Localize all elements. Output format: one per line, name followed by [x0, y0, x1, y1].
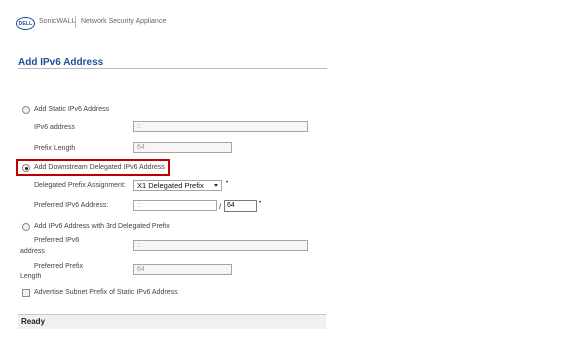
delegated-prefix-assignment-value: X1 Delegated Prefix: [137, 181, 204, 190]
ipv6-address-input[interactable]: ::: [133, 121, 308, 132]
tick-mark-icon: •: [226, 180, 229, 186]
title-divider: [18, 68, 327, 69]
delegated-prefix-assignment-label: Delegated Prefix Assignment:: [34, 182, 126, 189]
prefix-length-label: Prefix Length: [34, 145, 76, 152]
static-ipv6-radio[interactable]: [22, 106, 30, 114]
downstream-delegated-radio[interactable]: [22, 164, 30, 172]
advertise-subnet-label: Advertise Subnet Prefix of Static IPv6 A…: [34, 289, 178, 296]
header-divider: [75, 16, 76, 28]
third-delegated-radio-label: Add IPv6 Address with 3rd Delegated Pref…: [34, 223, 170, 230]
prefix-length-input[interactable]: 64: [133, 142, 232, 153]
third-preferred-address-input[interactable]: ::: [133, 240, 308, 251]
third-preferred-address-label: Preferred IPv6: [34, 237, 80, 244]
third-preferred-prefix-label: Preferred Prefix: [34, 263, 84, 270]
logo-text: DELL: [18, 20, 33, 27]
advertise-subnet-checkbox[interactable]: [22, 289, 30, 297]
preferred-prefix-length-input[interactable]: 64: [224, 200, 257, 212]
dell-logo: DELL: [16, 17, 35, 30]
product-name: Network Security Appliance: [81, 18, 167, 25]
brand-name: SonicWALL: [39, 18, 76, 25]
preferred-ipv6-address-label: Preferred IPv6 Address:: [34, 202, 109, 209]
chevron-down-icon: [214, 184, 218, 187]
status-text: Ready: [21, 317, 46, 326]
downstream-delegated-radio-label: Add Downstream Delegated IPv6 Address: [34, 164, 165, 171]
prefix-separator: /: [219, 202, 222, 211]
third-preferred-prefix-label-cont: Length: [20, 273, 42, 280]
third-preferred-prefix-input[interactable]: 64: [133, 264, 232, 275]
ipv6-address-label: IPv6 address: [34, 124, 75, 131]
static-ipv6-radio-label: Add Static IPv6 Address: [34, 106, 110, 113]
tick-mark-icon: •: [259, 200, 262, 206]
page-title: Add IPv6 Address: [18, 57, 104, 68]
status-bar: [18, 314, 326, 329]
delegated-prefix-assignment-select[interactable]: X1 Delegated Prefix: [133, 180, 222, 191]
third-preferred-address-label-cont: address: [20, 248, 45, 255]
preferred-ipv6-address-input[interactable]: ::: [133, 200, 217, 211]
third-delegated-radio[interactable]: [22, 223, 30, 231]
